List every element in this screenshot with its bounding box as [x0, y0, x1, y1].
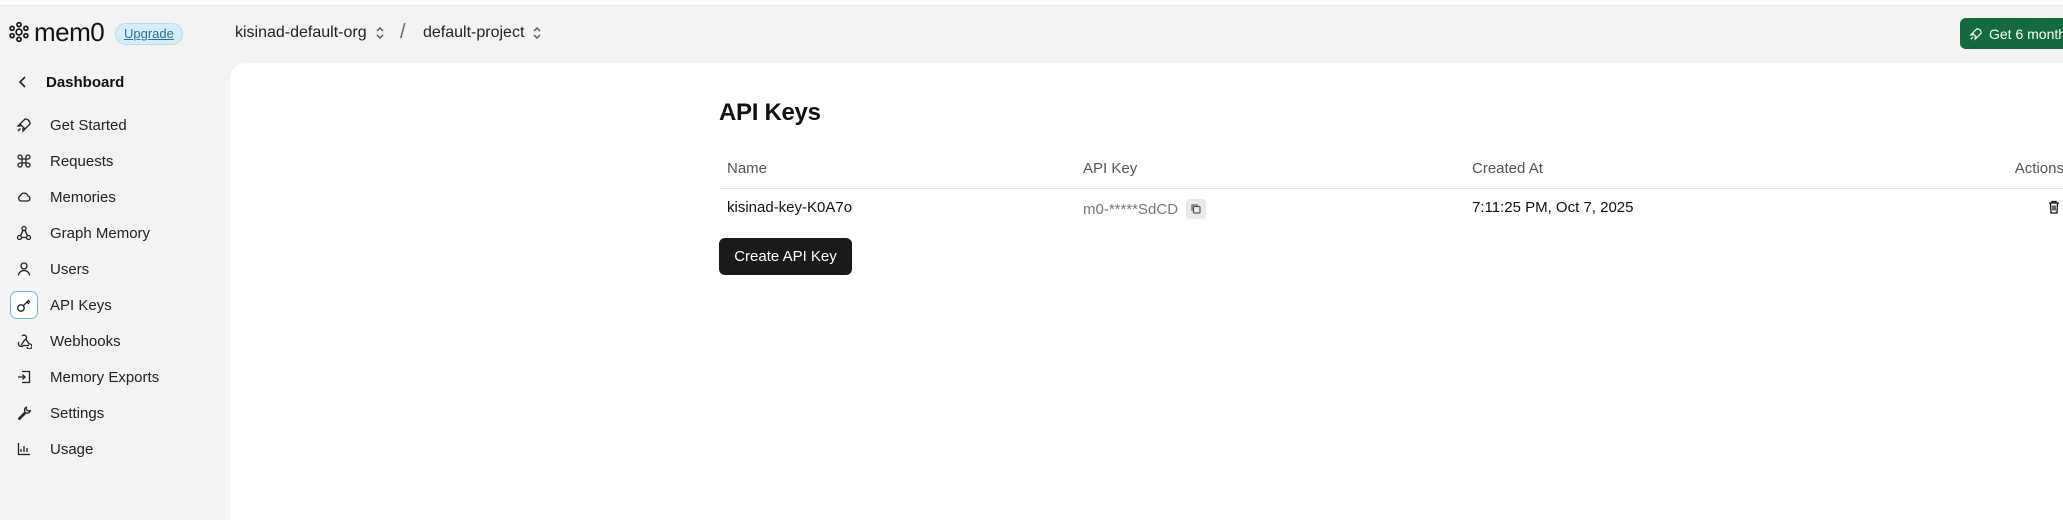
sidebar: Dashboard Get Started Requests Memories … [0, 63, 230, 520]
sidebar-item-label: Memory Exports [50, 368, 160, 386]
sidebar-item-users[interactable]: Users [10, 251, 220, 287]
column-header-actions: Actions [2014, 160, 2063, 177]
sidebar-title: Dashboard [46, 73, 125, 91]
sidebar-item-get-started[interactable]: Get Started [10, 107, 220, 143]
rocket-icon [10, 111, 38, 139]
trash-icon[interactable] [2046, 199, 2062, 215]
sidebar-item-label: Get Started [50, 116, 127, 134]
sidebar-item-label: Webhooks [50, 332, 121, 350]
sidebar-nav: Get Started Requests Memories Graph Memo… [10, 107, 220, 467]
created-at: 7:11:25 PM, Oct 7, 2025 [1472, 199, 1634, 216]
sidebar-item-usage[interactable]: Usage [10, 431, 220, 467]
sidebar-item-memory-exports[interactable]: Memory Exports [10, 359, 220, 395]
sidebar-item-label: Users [50, 260, 90, 278]
sidebar-item-label: Graph Memory [50, 224, 151, 242]
copy-icon [1191, 204, 1201, 214]
create-api-key-button[interactable]: Create API Key [719, 238, 852, 275]
promo-label: Get 6 months [1989, 25, 2063, 42]
project-name: default-project [423, 24, 525, 41]
sidebar-item-webhooks[interactable]: Webhooks [10, 323, 220, 359]
rocket-icon [1969, 27, 1982, 41]
column-header-api-key: API Key [1083, 160, 1138, 177]
copy-button[interactable] [1186, 199, 1207, 219]
column-header-name: Name [727, 160, 768, 177]
top-header: mem0 Upgrade kisinad-default-org / defau… [0, 7, 2063, 63]
logo-text: mem0 [34, 17, 105, 47]
org-name: kisinad-default-org [235, 24, 367, 41]
org-switcher[interactable]: kisinad-default-org [235, 24, 385, 42]
chart-icon [10, 435, 38, 463]
sidebar-item-label: Usage [50, 440, 94, 458]
page-title: API Keys [719, 99, 821, 126]
dashboard-back[interactable]: Dashboard [14, 73, 124, 91]
logo-mark-icon [9, 21, 29, 43]
project-switcher[interactable]: default-project [423, 24, 542, 42]
logo[interactable]: mem0 [8, 17, 105, 47]
promo-button[interactable]: Get 6 months [1960, 18, 2063, 49]
sidebar-item-graph-memory[interactable]: Graph Memory [10, 215, 220, 251]
table-header: Name API Key Created At Actions [719, 149, 2063, 189]
cloud-icon [10, 183, 38, 211]
sidebar-item-api-keys[interactable]: API Keys [10, 287, 220, 323]
export-icon [10, 363, 38, 391]
sidebar-item-settings[interactable]: Settings [10, 395, 220, 431]
graph-icon [10, 219, 38, 247]
upgrade-link[interactable]: Upgrade [115, 23, 183, 45]
chevron-up-down-icon [533, 27, 541, 39]
chevron-left-icon [18, 76, 26, 88]
sidebar-item-label: Settings [50, 404, 105, 422]
chevron-up-down-icon [376, 27, 384, 39]
column-header-created-at: Created At [1472, 160, 1543, 177]
sidebar-item-label: Requests [50, 152, 114, 170]
sidebar-item-label: Memories [50, 188, 116, 206]
main-panel: API Keys Name API Key Created At Actions… [230, 63, 2063, 520]
webhook-icon [10, 327, 38, 355]
wrench-icon [10, 399, 38, 427]
api-key-masked: m0-*****SdCD [1083, 200, 1179, 218]
key-icon [10, 291, 38, 319]
api-keys-table: Name API Key Created At Actions kisinad-… [719, 149, 2063, 229]
top-border [0, 0, 2063, 6]
sidebar-item-memories[interactable]: Memories [10, 179, 220, 215]
sidebar-item-label: API Keys [50, 296, 112, 314]
table-row: kisinad-key-K0A7o m0-*****SdCD 7:11:25 P… [719, 189, 2063, 229]
user-icon [10, 255, 38, 283]
breadcrumb-separator: / [400, 21, 406, 43]
api-key-cell: m0-*****SdCD [1083, 199, 1207, 219]
sidebar-item-requests[interactable]: Requests [10, 143, 220, 179]
command-icon [10, 147, 38, 175]
key-name: kisinad-key-K0A7o [727, 199, 853, 216]
